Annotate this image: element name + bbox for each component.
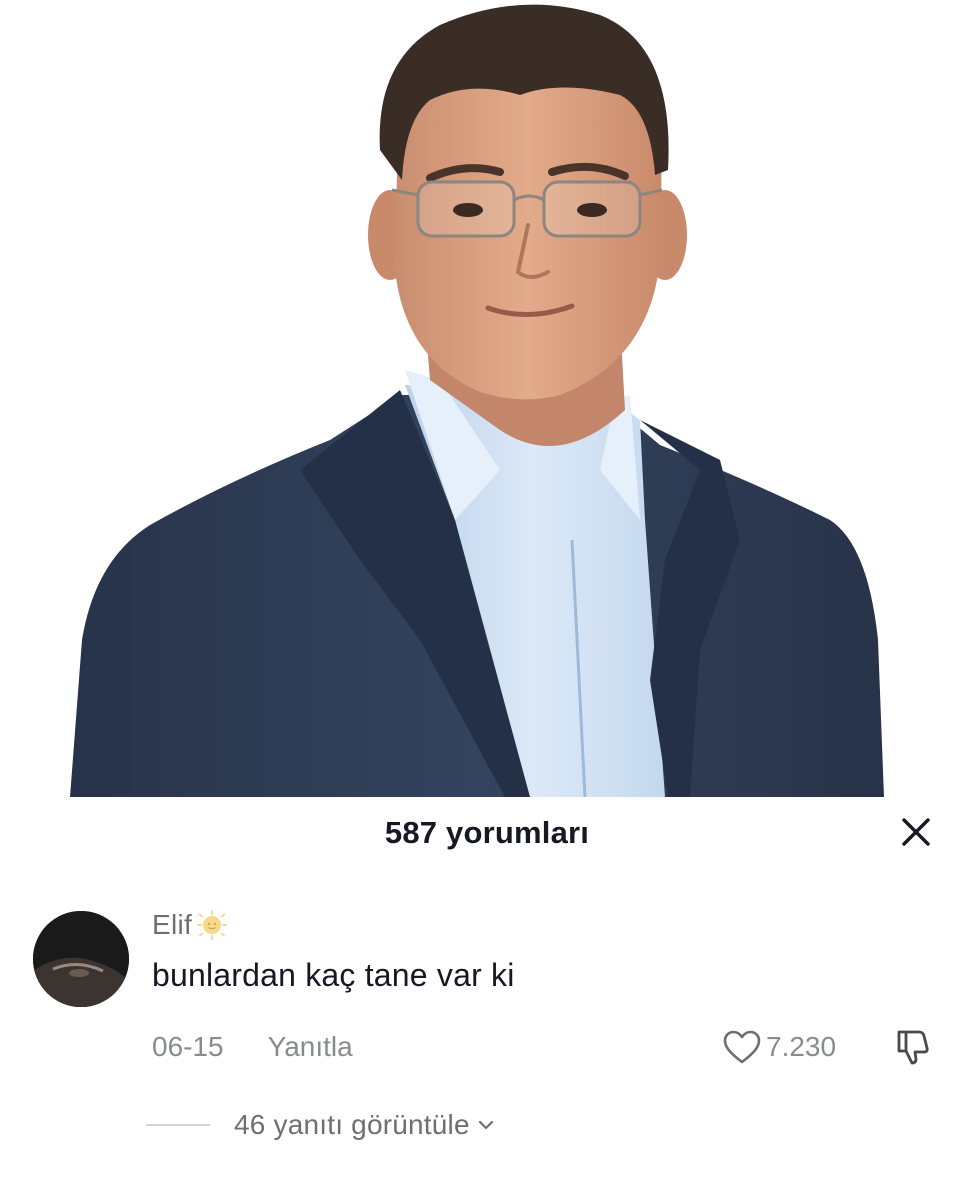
replies-divider [146, 1124, 210, 1126]
portrait-illustration [70, 4, 884, 797]
author-name[interactable]: Elif [152, 909, 192, 941]
comment-text: bunlardan kaç tane var ki [152, 957, 515, 993]
avatar[interactable] [33, 911, 129, 1007]
reply-button[interactable]: Yanıtla [268, 1031, 353, 1063]
close-icon [902, 818, 930, 846]
comments-header: 587 yorumları [0, 797, 974, 877]
author-row: Elif [152, 907, 228, 943]
like-count: 7.230 [766, 1031, 837, 1062]
close-button[interactable] [893, 809, 939, 855]
chevron-down-icon [478, 1120, 493, 1130]
comment-date: 06-15 [152, 1031, 224, 1062]
portrait-photo [0, 0, 974, 797]
like-button[interactable]: 7.230 [722, 1027, 836, 1067]
comments-count-title: 587 yorumları [384, 815, 590, 850]
comments-panel: 587 yorumları Elif bunlardan kaç tane va… [0, 797, 974, 1200]
heart-outline-icon [723, 1030, 761, 1064]
view-replies-button[interactable]: 46 yanıtı görüntüle [146, 1105, 496, 1145]
dislike-button[interactable] [888, 1025, 938, 1069]
smiling-sun-emoji-icon [197, 910, 228, 940]
view-replies-label: 46 yanıtı görüntüle [234, 1109, 470, 1140]
avatar-image [33, 911, 129, 1007]
thumbs-down-outline-icon [897, 1030, 929, 1065]
comment-meta: 06-15 Yanıtla [152, 1027, 353, 1067]
comment-item: Elif bunlardan kaç tane var ki 06-15 Yan… [0, 897, 974, 1077]
